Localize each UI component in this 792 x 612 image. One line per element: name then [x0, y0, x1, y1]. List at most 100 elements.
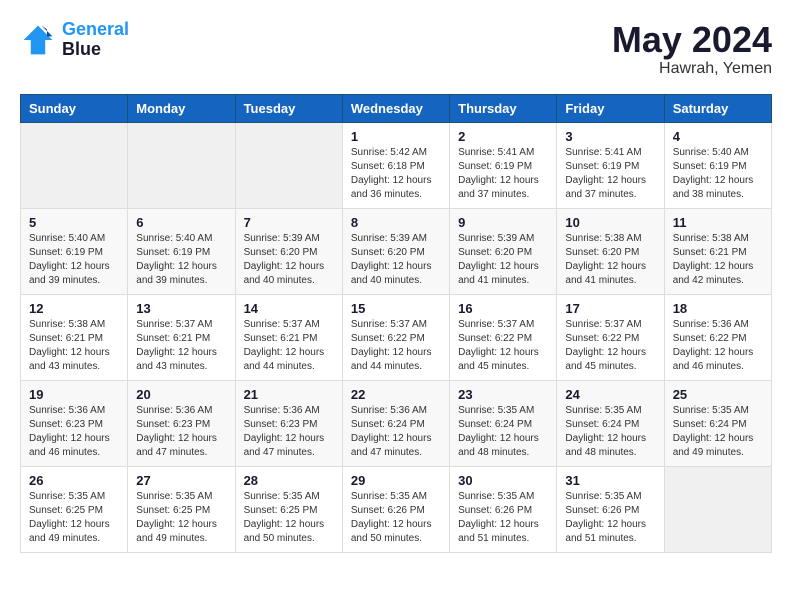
day-number: 13	[136, 301, 226, 316]
weekday-header: Tuesday	[235, 94, 342, 122]
logo: General Blue	[20, 20, 129, 60]
calendar-cell: 23 Sunrise: 5:35 AMSunset: 6:24 PMDayligh…	[450, 380, 557, 466]
day-info: Sunrise: 5:42 AMSunset: 6:18 PMDaylight:…	[351, 146, 441, 202]
calendar-cell: 14Sunrise: 5:37 AMSunset: 6:21 PMDayligh…	[235, 294, 342, 380]
calendar-cell: 12 Sunrise: 5:38 AMSunset: 6:21 PMDayligh…	[21, 294, 128, 380]
calendar-cell: 20 Sunrise: 5:36 AMSunset: 6:23 PMDayligh…	[128, 380, 235, 466]
calendar-week-row: 5Sunrise: 5:40 AMSunset: 6:19 PMDaylight…	[21, 208, 772, 294]
day-number: 28	[244, 473, 334, 488]
day-info: Sunrise: 5:40 AMSunset: 6:19 PMDaylight:…	[673, 146, 763, 202]
calendar-cell: 17Sunrise: 5:37 AMSunset: 6:22 PMDayligh…	[557, 294, 664, 380]
calendar-cell	[128, 122, 235, 208]
calendar-cell: 1Sunrise: 5:42 AMSunset: 6:18 PMDaylight…	[342, 122, 449, 208]
calendar-cell: 13 Sunrise: 5:37 AMSunset: 6:21 PMDayligh…	[128, 294, 235, 380]
day-info: Sunrise: 5:35 AMSunset: 6:26 PMDaylight:…	[351, 490, 441, 546]
calendar-cell: 24 Sunrise: 5:35 AMSunset: 6:24 PMDayligh…	[557, 380, 664, 466]
weekday-header: Friday	[557, 94, 664, 122]
day-number: 8	[351, 215, 441, 230]
day-info: Sunrise: 5:36 AMSunset: 6:23 PMDaylight:…	[244, 404, 334, 460]
calendar-cell: 18Sunrise: 5:36 AMSunset: 6:22 PMDayligh…	[664, 294, 771, 380]
day-number: 16	[458, 301, 548, 316]
day-info: Sunrise: 5:38 AMSunset: 6:20 PMDaylight:…	[565, 232, 655, 288]
calendar-cell: 29 Sunrise: 5:35 AMSunset: 6:26 PMDayligh…	[342, 466, 449, 552]
day-number: 26	[29, 473, 119, 488]
calendar-week-row: 1Sunrise: 5:42 AMSunset: 6:18 PMDaylight…	[21, 122, 772, 208]
day-info: Sunrise: 5:35 AMSunset: 6:25 PMDaylight:…	[29, 490, 119, 546]
day-info: Sunrise: 5:35 AMSunset: 6:24 PMDaylight:…	[458, 404, 548, 460]
day-number: 6	[136, 215, 226, 230]
calendar-cell	[235, 122, 342, 208]
calendar-week-row: 26 Sunrise: 5:35 AMSunset: 6:25 PMDayligh…	[21, 466, 772, 552]
day-info: Sunrise: 5:39 AMSunset: 6:20 PMDaylight:…	[244, 232, 334, 288]
day-info: Sunrise: 5:37 AMSunset: 6:22 PMDaylight:…	[565, 318, 655, 374]
day-number: 30	[458, 473, 548, 488]
day-info: Sunrise: 5:41 AMSunset: 6:19 PMDaylight:…	[458, 146, 548, 202]
page-header: General Blue May 2024 Hawrah, Yemen	[20, 20, 772, 78]
day-number: 29	[351, 473, 441, 488]
logo-icon	[20, 22, 56, 58]
day-number: 31	[565, 473, 655, 488]
day-number: 21	[244, 387, 334, 402]
day-info: Sunrise: 5:38 AMSunset: 6:21 PMDaylight:…	[673, 232, 763, 288]
weekday-header-row: SundayMondayTuesdayWednesdayThursdayFrid…	[21, 94, 772, 122]
calendar-cell: 11 Sunrise: 5:38 AMSunset: 6:21 PMDayligh…	[664, 208, 771, 294]
calendar-cell: 2 Sunrise: 5:41 AMSunset: 6:19 PMDaylight…	[450, 122, 557, 208]
month-title: May 2024	[612, 20, 772, 60]
day-number: 24	[565, 387, 655, 402]
weekday-header: Saturday	[664, 94, 771, 122]
day-info: Sunrise: 5:37 AMSunset: 6:22 PMDaylight:…	[458, 318, 548, 374]
day-number: 2	[458, 129, 548, 144]
weekday-header: Thursday	[450, 94, 557, 122]
day-info: Sunrise: 5:36 AMSunset: 6:23 PMDaylight:…	[136, 404, 226, 460]
calendar-cell: 9 Sunrise: 5:39 AMSunset: 6:20 PMDaylight…	[450, 208, 557, 294]
day-number: 14	[244, 301, 334, 316]
day-info: Sunrise: 5:40 AMSunset: 6:19 PMDaylight:…	[29, 232, 119, 288]
day-number: 20	[136, 387, 226, 402]
calendar-cell: 16 Sunrise: 5:37 AMSunset: 6:22 PMDayligh…	[450, 294, 557, 380]
calendar-cell: 8 Sunrise: 5:39 AMSunset: 6:20 PMDaylight…	[342, 208, 449, 294]
day-info: Sunrise: 5:36 AMSunset: 6:23 PMDaylight:…	[29, 404, 119, 460]
day-info: Sunrise: 5:35 AMSunset: 6:24 PMDaylight:…	[565, 404, 655, 460]
day-info: Sunrise: 5:39 AMSunset: 6:20 PMDaylight:…	[351, 232, 441, 288]
day-number: 12	[29, 301, 119, 316]
day-number: 22	[351, 387, 441, 402]
calendar-cell: 10 Sunrise: 5:38 AMSunset: 6:20 PMDayligh…	[557, 208, 664, 294]
calendar-cell: 6Sunrise: 5:40 AMSunset: 6:19 PMDaylight…	[128, 208, 235, 294]
title-block: May 2024 Hawrah, Yemen	[612, 20, 772, 78]
day-info: Sunrise: 5:38 AMSunset: 6:21 PMDaylight:…	[29, 318, 119, 374]
day-info: Sunrise: 5:35 AMSunset: 6:24 PMDaylight:…	[673, 404, 763, 460]
calendar-cell: 26 Sunrise: 5:35 AMSunset: 6:25 PMDayligh…	[21, 466, 128, 552]
day-info: Sunrise: 5:37 AMSunset: 6:22 PMDaylight:…	[351, 318, 441, 374]
day-number: 3	[565, 129, 655, 144]
day-info: Sunrise: 5:39 AMSunset: 6:20 PMDaylight:…	[458, 232, 548, 288]
day-number: 4	[673, 129, 763, 144]
day-info: Sunrise: 5:35 AMSunset: 6:25 PMDaylight:…	[244, 490, 334, 546]
day-info: Sunrise: 5:36 AMSunset: 6:24 PMDaylight:…	[351, 404, 441, 460]
day-number: 9	[458, 215, 548, 230]
calendar-cell: 25 Sunrise: 5:35 AMSunset: 6:24 PMDayligh…	[664, 380, 771, 466]
day-info: Sunrise: 5:37 AMSunset: 6:21 PMDaylight:…	[136, 318, 226, 374]
calendar-table: SundayMondayTuesdayWednesdayThursdayFrid…	[20, 94, 772, 553]
calendar-cell: 28 Sunrise: 5:35 AMSunset: 6:25 PMDayligh…	[235, 466, 342, 552]
weekday-header: Wednesday	[342, 94, 449, 122]
calendar-cell: 5Sunrise: 5:40 AMSunset: 6:19 PMDaylight…	[21, 208, 128, 294]
calendar-cell	[664, 466, 771, 552]
calendar-cell: 4 Sunrise: 5:40 AMSunset: 6:19 PMDaylight…	[664, 122, 771, 208]
calendar-cell: 19Sunrise: 5:36 AMSunset: 6:23 PMDayligh…	[21, 380, 128, 466]
weekday-header: Sunday	[21, 94, 128, 122]
day-number: 10	[565, 215, 655, 230]
day-info: Sunrise: 5:35 AMSunset: 6:26 PMDaylight:…	[565, 490, 655, 546]
calendar-cell: 21 Sunrise: 5:36 AMSunset: 6:23 PMDayligh…	[235, 380, 342, 466]
day-number: 15	[351, 301, 441, 316]
calendar-cell: 31 Sunrise: 5:35 AMSunset: 6:26 PMDayligh…	[557, 466, 664, 552]
calendar-cell	[21, 122, 128, 208]
day-info: Sunrise: 5:41 AMSunset: 6:19 PMDaylight:…	[565, 146, 655, 202]
day-number: 7	[244, 215, 334, 230]
calendar-cell: 3 Sunrise: 5:41 AMSunset: 6:19 PMDaylight…	[557, 122, 664, 208]
day-number: 23	[458, 387, 548, 402]
day-number: 27	[136, 473, 226, 488]
calendar-week-row: 19Sunrise: 5:36 AMSunset: 6:23 PMDayligh…	[21, 380, 772, 466]
day-number: 25	[673, 387, 763, 402]
day-number: 11	[673, 215, 763, 230]
day-info: Sunrise: 5:35 AMSunset: 6:25 PMDaylight:…	[136, 490, 226, 546]
